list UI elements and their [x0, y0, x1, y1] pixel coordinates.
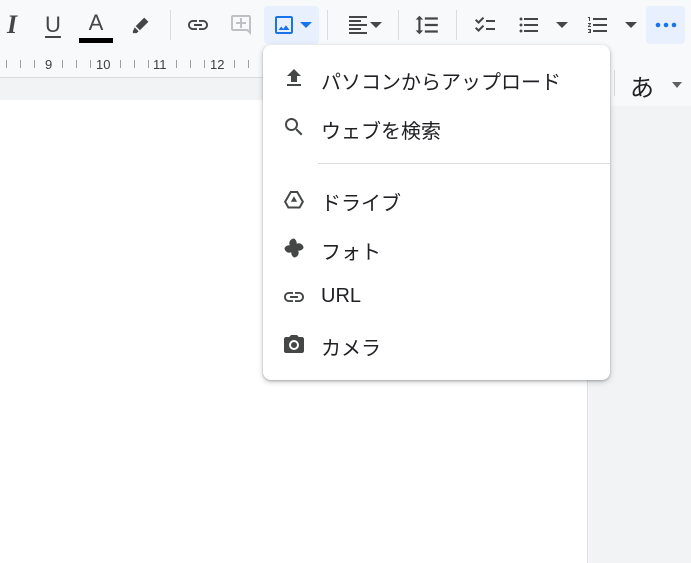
chevron-down-icon	[556, 22, 568, 28]
camera-icon	[284, 335, 304, 353]
underline-icon: U	[45, 12, 61, 37]
ruler-number: 10	[96, 57, 111, 72]
search-icon	[285, 118, 303, 136]
ruler-tick	[34, 60, 35, 68]
underline-button[interactable]: U	[38, 8, 68, 42]
italic-button[interactable]: I	[0, 10, 24, 40]
bulleted-list-icon	[519, 17, 538, 33]
insert-image-menu: パソコンからアップロード ウェブを検索 ドライブ フォト URL カメラ	[263, 45, 610, 380]
toolbar-separator	[614, 70, 615, 96]
ruler-tick	[176, 60, 177, 68]
highlighter-icon	[132, 17, 149, 34]
menu-item-upload-from-computer[interactable]: パソコンからアップロード	[263, 56, 610, 100]
photos-icon	[284, 238, 304, 258]
ruler-number: 12	[210, 57, 225, 72]
menu-item-label: パソコンからアップロード	[321, 70, 561, 94]
menu-item-photos[interactable]: フォト	[263, 226, 610, 270]
add-comment-icon	[231, 15, 251, 35]
ruler-number: 11	[153, 57, 167, 72]
ruler-tick	[6, 60, 7, 68]
ruler-tick	[20, 60, 21, 68]
menu-item-drive[interactable]: ドライブ	[263, 177, 610, 221]
menu-item-label: ドライブ	[321, 191, 401, 215]
drive-icon	[284, 191, 304, 209]
menu-item-camera[interactable]: カメラ	[263, 322, 610, 366]
link-icon	[284, 292, 304, 302]
align-left-icon	[349, 16, 367, 34]
numbered-list-icon	[588, 17, 607, 33]
input-tools-button[interactable]: あ	[606, 62, 691, 106]
menu-item-label: カメラ	[321, 336, 381, 360]
link-icon	[188, 20, 208, 30]
toolbar-separator	[398, 10, 399, 40]
chevron-down-icon	[625, 22, 637, 28]
ruler-number: 9	[45, 57, 53, 72]
checklist-button[interactable]	[468, 10, 502, 40]
text-color-icon: A	[88, 9, 104, 35]
input-tool-glyph: あ	[630, 74, 654, 102]
menu-item-url[interactable]: URL	[263, 275, 610, 319]
checklist-icon	[475, 16, 495, 32]
bulleted-list-button[interactable]	[512, 10, 572, 40]
menu-item-label: フォト	[321, 240, 381, 264]
image-icon	[274, 16, 293, 34]
align-button[interactable]	[340, 10, 388, 40]
insert-link-button[interactable]	[182, 10, 214, 40]
line-spacing-button[interactable]	[410, 10, 444, 40]
ruler-tick	[76, 60, 77, 68]
menu-item-search-web[interactable]: ウェブを検索	[263, 105, 610, 149]
menu-item-label: ウェブを検索	[321, 119, 441, 143]
add-comment-button[interactable]	[226, 10, 256, 40]
insert-image-button[interactable]	[264, 6, 319, 44]
toolbar-separator	[170, 10, 171, 40]
highlight-button[interactable]	[126, 10, 156, 40]
ruler-tick	[190, 60, 191, 68]
ruler-tick	[134, 60, 135, 68]
menu-divider	[318, 163, 610, 164]
menu-item-label: URL	[321, 285, 362, 307]
toolbar-separator	[456, 10, 457, 40]
toolbar-separator	[327, 10, 328, 40]
ruler-tick	[204, 60, 205, 68]
ruler-tick	[248, 60, 249, 68]
more-options-button[interactable]	[646, 6, 685, 44]
ruler-tick	[120, 60, 121, 68]
italic-icon: I	[6, 10, 18, 39]
ruler-tick	[148, 60, 149, 68]
more-horiz-icon	[655, 22, 676, 28]
chevron-down-icon	[299, 22, 312, 28]
ruler-tick	[90, 60, 91, 68]
chevron-down-icon	[672, 82, 682, 88]
ruler-tick	[62, 60, 63, 68]
chevron-down-icon	[370, 22, 382, 28]
line-spacing-icon	[415, 15, 438, 35]
numbered-list-button[interactable]	[582, 10, 640, 40]
ruler-tick	[234, 60, 235, 68]
upload-icon	[287, 69, 301, 86]
text-color-swatch	[79, 37, 113, 43]
text-color-button[interactable]: A	[78, 6, 114, 46]
